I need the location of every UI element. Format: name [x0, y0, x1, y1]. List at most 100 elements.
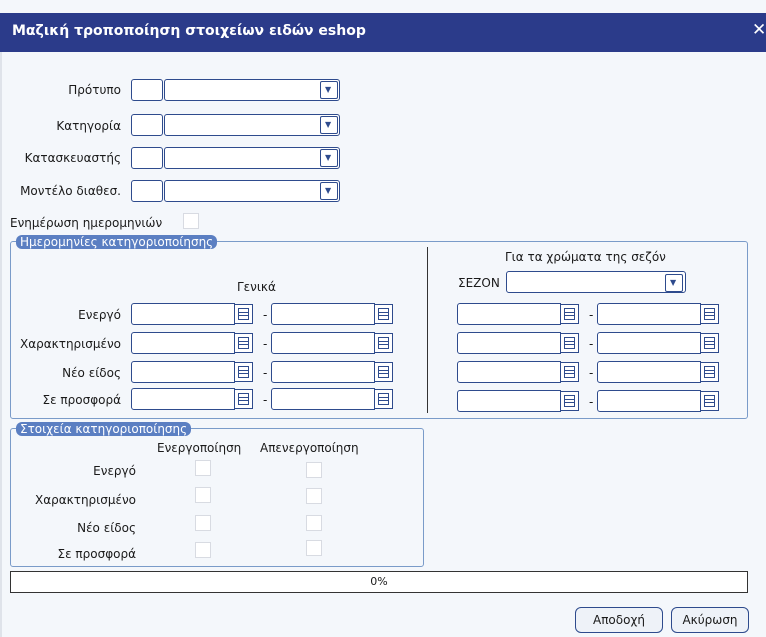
calendar-icon-button[interactable]: [234, 362, 253, 382]
season-active-from[interactable]: [457, 303, 579, 325]
deactivate-featured-checkbox[interactable]: [306, 488, 322, 504]
season-active-to[interactable]: [597, 303, 719, 325]
general-featured-from[interactable]: [131, 332, 253, 354]
date-input[interactable]: [271, 388, 375, 410]
calendar-icon: [378, 366, 389, 378]
general-offer-to[interactable]: [271, 388, 393, 410]
calendar-icon-button[interactable]: [374, 304, 393, 324]
calendar-icon: [378, 337, 389, 349]
deactivate-active-checkbox[interactable]: [306, 462, 322, 478]
kategoria-code-input[interactable]: [131, 114, 163, 136]
calendar-icon-button[interactable]: [700, 333, 719, 353]
date-input[interactable]: [131, 303, 235, 325]
kataskevastis-code-input[interactable]: [131, 147, 163, 169]
calendar-icon: [704, 366, 715, 378]
calendar-icon-button[interactable]: [560, 333, 579, 353]
date-input[interactable]: [271, 332, 375, 354]
calendar-icon: [564, 366, 575, 378]
range-separator: -: [589, 395, 594, 409]
calendar-icon-button[interactable]: [700, 304, 719, 324]
date-input[interactable]: [271, 361, 375, 383]
calendar-icon-button[interactable]: [234, 389, 253, 409]
dates-group-legend: Ημερομηνίες κατηγοριοποίησης: [16, 235, 218, 249]
calendar-icon: [564, 395, 575, 407]
protypo-code-input[interactable]: [131, 79, 163, 101]
activate-new-checkbox[interactable]: [195, 515, 211, 531]
deactivate-offer-checkbox[interactable]: [306, 540, 322, 556]
season-offer-to[interactable]: [597, 390, 719, 412]
general-featured-to[interactable]: [271, 332, 393, 354]
kategoria-dropdown-button[interactable]: ▼: [320, 116, 338, 134]
accept-button[interactable]: Αποδοχή: [575, 607, 663, 633]
date-input[interactable]: [597, 332, 701, 354]
date-input[interactable]: [457, 390, 561, 412]
calendar-icon: [704, 337, 715, 349]
montelo-label: Μοντέλο διαθεσ.: [20, 184, 121, 198]
general-active-from[interactable]: [131, 303, 253, 325]
season-featured-to[interactable]: [597, 332, 719, 354]
deactivate-new-checkbox[interactable]: [306, 515, 322, 531]
date-input[interactable]: [597, 390, 701, 412]
season-new-to[interactable]: [597, 361, 719, 383]
calendar-icon: [704, 395, 715, 407]
montelo-dropdown-button[interactable]: ▼: [320, 182, 338, 200]
date-input[interactable]: [597, 303, 701, 325]
calendar-icon-button[interactable]: [234, 304, 253, 324]
montelo-description-input[interactable]: [164, 180, 340, 202]
general-active-to[interactable]: [271, 303, 393, 325]
calendar-icon-button[interactable]: [560, 391, 579, 411]
season-select[interactable]: [506, 271, 686, 293]
kategoria-description-input[interactable]: [164, 114, 340, 136]
season-label: ΣΕΖΟΝ: [458, 276, 500, 290]
season-featured-from[interactable]: [457, 332, 579, 354]
calendar-icon: [378, 308, 389, 320]
class-row-label-featured: Χαρακτηρισμένο: [34, 493, 136, 507]
kataskevastis-description-input[interactable]: [164, 147, 340, 169]
date-input[interactable]: [457, 303, 561, 325]
range-separator: -: [589, 308, 594, 322]
activate-offer-checkbox[interactable]: [195, 542, 211, 558]
date-input[interactable]: [271, 303, 375, 325]
calendar-icon-button[interactable]: [700, 391, 719, 411]
left-edge: [0, 52, 2, 637]
montelo-code-input[interactable]: [131, 180, 163, 202]
cancel-button[interactable]: Ακύρωση: [671, 607, 749, 633]
dialog-window: Μαζική τροποποίηση στοιχείων ειδών eshop…: [0, 0, 766, 637]
calendar-icon-button[interactable]: [560, 362, 579, 382]
activate-featured-checkbox[interactable]: [195, 487, 211, 503]
date-input[interactable]: [457, 332, 561, 354]
date-row-label-offer: Σε προσφορά: [42, 393, 121, 407]
calendar-icon-button[interactable]: [234, 333, 253, 353]
season-new-from[interactable]: [457, 361, 579, 383]
season-dropdown-button[interactable]: ▼: [665, 274, 683, 292]
calendar-icon-button[interactable]: [374, 389, 393, 409]
close-icon[interactable]: ✕: [752, 20, 766, 40]
general-offer-from[interactable]: [131, 388, 253, 410]
general-new-to[interactable]: [271, 361, 393, 383]
date-input[interactable]: [131, 388, 235, 410]
general-new-from[interactable]: [131, 361, 253, 383]
calendar-icon-button[interactable]: [560, 304, 579, 324]
season-offer-from[interactable]: [457, 390, 579, 412]
season-header: Για τα χρώματα της σεζόν: [505, 250, 666, 264]
update-dates-checkbox[interactable]: [183, 213, 199, 229]
kataskevastis-dropdown-button[interactable]: ▼: [320, 149, 338, 167]
calendar-icon-button[interactable]: [700, 362, 719, 382]
activate-active-checkbox[interactable]: [195, 460, 211, 476]
date-row-label-active: Ενεργό: [78, 308, 121, 322]
date-input[interactable]: [131, 332, 235, 354]
protypo-dropdown-button[interactable]: ▼: [320, 81, 338, 99]
range-separator: -: [263, 366, 268, 380]
protypo-description-input[interactable]: [164, 79, 340, 101]
date-input[interactable]: [597, 361, 701, 383]
window-title: Μαζική τροποποίηση στοιχείων ειδών eshop: [12, 23, 366, 39]
calendar-icon: [238, 337, 249, 349]
progress-bar: 0%: [10, 571, 748, 593]
range-separator: -: [263, 393, 268, 407]
calendar-icon: [238, 366, 249, 378]
date-input[interactable]: [131, 361, 235, 383]
calendar-icon-button[interactable]: [374, 333, 393, 353]
calendar-icon: [378, 393, 389, 405]
date-input[interactable]: [457, 361, 561, 383]
calendar-icon-button[interactable]: [374, 362, 393, 382]
